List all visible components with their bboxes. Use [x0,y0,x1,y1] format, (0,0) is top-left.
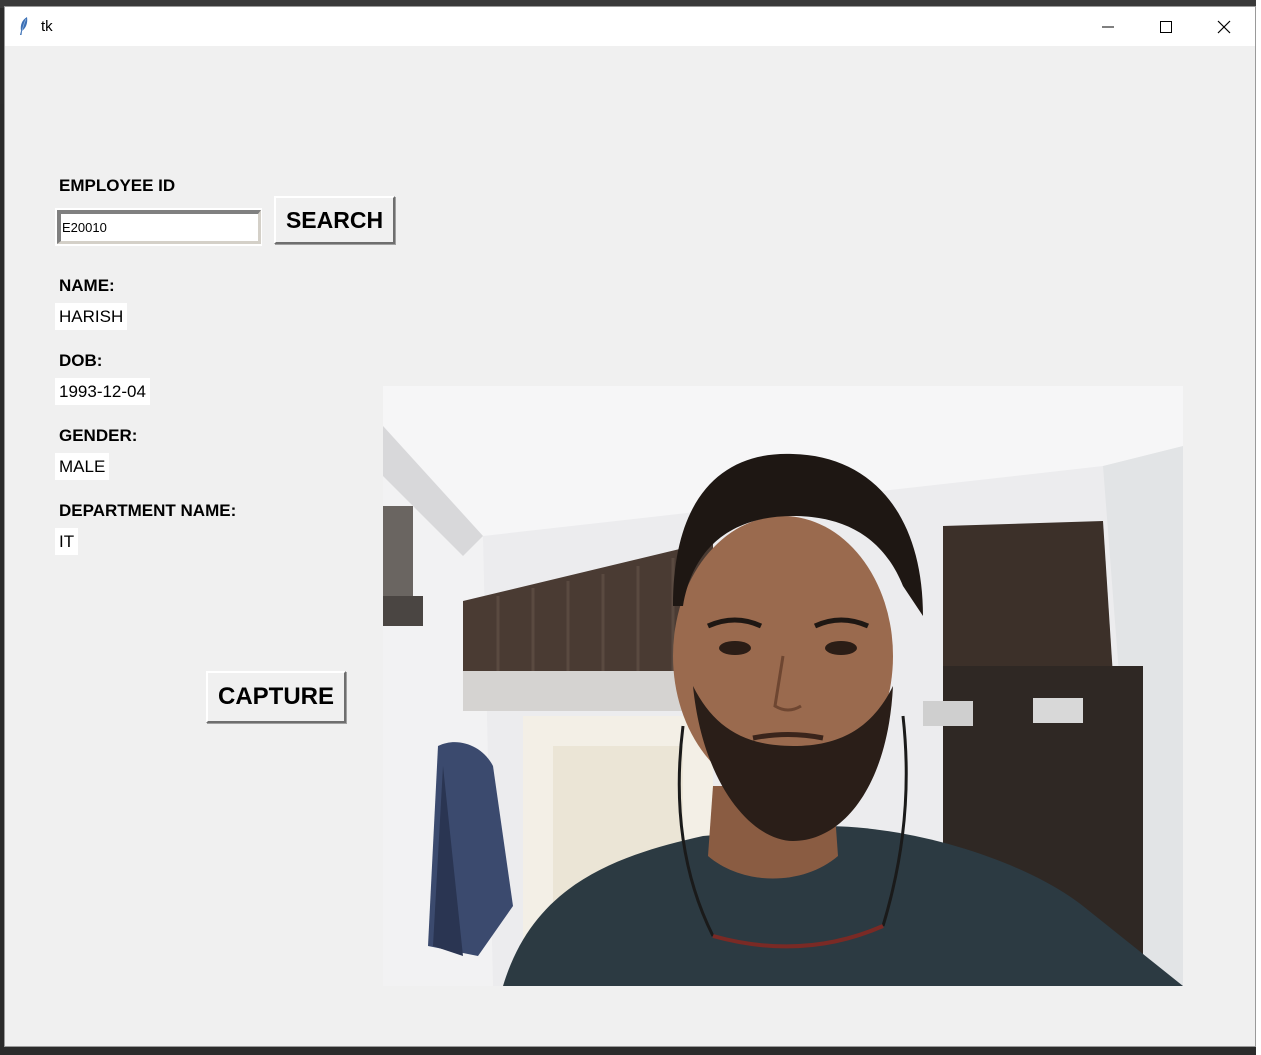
window-title: tk [41,18,53,35]
feather-icon [20,17,28,35]
gender-value: MALE [55,453,110,480]
minimize-button[interactable] [1079,7,1137,46]
maximize-button[interactable] [1137,7,1195,46]
maximize-icon [1160,20,1172,33]
name-value: HARISH [55,303,128,330]
title-bar[interactable]: tk [5,7,1255,46]
dob-value: 1993-12-04 [55,378,150,405]
minimize-icon [1102,26,1114,27]
dob-label: DOB: [59,351,103,370]
name-label: NAME: [59,276,115,295]
department-value: IT [55,528,79,555]
close-icon [1217,20,1231,33]
employee-id-input[interactable] [62,217,252,237]
employee-id-label: EMPLOYEE ID [59,176,176,195]
department-label: DEPARTMENT NAME: [59,501,237,520]
client-area: EMPLOYEE ID SEARCH NAME: HARISH DOB: 199… [5,46,1255,1046]
background-desktop-right [1256,0,1261,1055]
gender-label: GENDER: [59,426,138,445]
webcam-preview [383,386,1183,986]
employee-id-entry-frame [57,210,261,244]
capture-button[interactable]: CAPTURE [206,671,346,723]
app-window: tk EMPLOYEE ID SEARCH NAME: HARI [4,6,1256,1047]
employee-id-entry[interactable] [55,208,262,246]
search-button[interactable]: SEARCH [274,196,395,244]
close-button[interactable] [1195,7,1253,46]
